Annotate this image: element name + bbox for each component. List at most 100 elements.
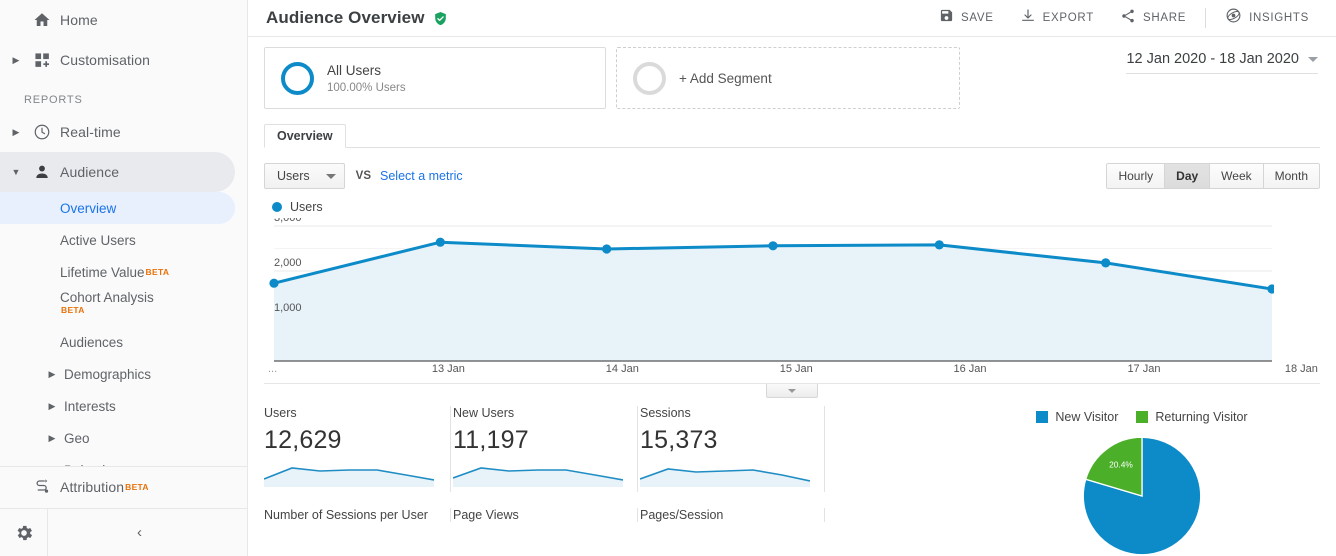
expand-arrow-icon: ▶ [12, 126, 20, 137]
share-button[interactable]: SHARE [1107, 0, 1199, 36]
home-icon [24, 11, 60, 29]
page-title: Audience Overview [266, 8, 425, 27]
metric-users[interactable]: Users 12,629 [263, 406, 451, 492]
segment-name: All Users [327, 63, 382, 79]
sidebar-item-behaviour[interactable]: ▶ Behaviour [0, 454, 247, 466]
sidebar-item-lifetime-value[interactable]: Lifetime Value BETA [0, 256, 247, 288]
metric-new-users[interactable]: New Users 11,197 [451, 406, 638, 492]
metric-label: Pages/Session [640, 508, 724, 522]
date-range-text: 12 Jan 2020 - 18 Jan 2020 [1126, 51, 1299, 67]
sidebar-item-active-users[interactable]: Active Users [0, 224, 247, 256]
metric-pages-per-session[interactable]: Pages/Session [638, 508, 825, 522]
sidebar-item-audience[interactable]: ▼ Audience [0, 152, 235, 192]
sidebar-subitem-label: Behaviour [64, 463, 125, 466]
sidebar-subitem-label: Cohort Analysis [60, 290, 154, 305]
pie-legend-item-returning-visitor[interactable]: Returning Visitor [1136, 410, 1248, 424]
sidebar-collapse-button[interactable]: ‹ [48, 524, 247, 541]
x-axis-label: 16 Jan [953, 363, 987, 375]
expand-arrow-icon: ▶ [12, 54, 20, 65]
metric-sparkline [452, 467, 624, 487]
segment-bar: All Users 100.00% Users + Add Segment 12… [248, 37, 1336, 109]
sidebar-subitem-label: Audiences [60, 334, 124, 350]
metric-value: 11,197 [453, 426, 529, 454]
insights-button[interactable]: INSIGHTS [1212, 0, 1322, 36]
person-icon [24, 163, 60, 181]
metric-value: 15,373 [640, 426, 718, 454]
sidebar-item-geo[interactable]: ▶ Geo [0, 422, 247, 454]
sidebar-subitem-label: Overview [60, 200, 117, 216]
metric-sessions[interactable]: Sessions 15,373 [638, 406, 825, 492]
export-button[interactable]: EXPORT [1007, 0, 1107, 36]
sidebar-item-cohort-analysis[interactable]: Cohort Analysis BETA [0, 288, 247, 326]
export-icon [1020, 8, 1036, 29]
primary-metric-label: Users [277, 169, 310, 183]
sidebar-footer: ‹ [0, 508, 247, 556]
vs-label: VS [355, 170, 371, 182]
x-axis-label: 17 Jan [1127, 363, 1161, 375]
add-segment-ring-icon [633, 61, 666, 95]
metric-label: Page Views [453, 508, 519, 522]
save-icon [939, 8, 954, 28]
metrics-row-1: Users 12,629 New Users 11,197 Sessions 1… [263, 406, 1320, 556]
add-segment-label: + Add Segment [679, 70, 772, 86]
expand-arrow-icon: ▶ [48, 432, 56, 443]
granularity-label: Day [1176, 169, 1199, 183]
pie-legend-label: Returning Visitor [1155, 410, 1248, 424]
svg-text:1,000: 1,000 [274, 302, 302, 314]
segment-all-users[interactable]: All Users 100.00% Users [264, 47, 606, 109]
insights-label: INSIGHTS [1249, 12, 1309, 24]
tab-bar: Overview [264, 123, 1320, 148]
beta-badge: BETA [125, 482, 149, 493]
line-chart-svg: 1,000 2,000 3,000 [269, 218, 1274, 362]
date-range-picker[interactable]: 12 Jan 2020 - 18 Jan 2020 [1126, 51, 1318, 74]
chevron-down-icon [1308, 56, 1318, 62]
svg-text:20.4%: 20.4% [1109, 460, 1133, 470]
granularity-week[interactable]: Week [1210, 163, 1264, 189]
sidebar: ▶ Home ▶ Customisation [0, 0, 248, 556]
legend-label: Users [290, 200, 323, 214]
new-vs-returning-pie: New Visitor Returning Visitor 20.4% [964, 406, 1320, 556]
analytics-app: ▶ Home ▶ Customisation [0, 0, 1336, 556]
chart-legend: Users [272, 200, 1320, 214]
sidebar-item-customisation[interactable]: ▶ Customisation [0, 40, 247, 80]
add-segment-button[interactable]: + Add Segment [616, 47, 960, 109]
metric-page-views[interactable]: Page Views [451, 508, 638, 522]
expand-arrow-icon: ▶ [48, 400, 56, 411]
segment-percentage: 100.00% Users [327, 81, 406, 94]
metric-sessions-per-user[interactable]: Number of Sessions per User [264, 508, 451, 522]
granularity-day[interactable]: Day [1165, 163, 1211, 189]
sidebar-subitem-label: Demographics [64, 366, 152, 382]
tab-label: Overview [277, 129, 333, 143]
metric-sparkline [263, 467, 435, 487]
metric-label: New Users [453, 406, 515, 420]
pie-chart-wrap[interactable]: 20.4% [964, 436, 1320, 556]
x-axis-label: ... [268, 363, 278, 375]
sidebar-item-demographics[interactable]: ▶ Demographics [0, 358, 247, 390]
granularity-hourly[interactable]: Hourly [1106, 163, 1166, 189]
expand-arrow-icon: ▶ [48, 368, 56, 379]
tab-overview[interactable]: Overview [264, 124, 346, 148]
sidebar-item-interests[interactable]: ▶ Interests [0, 390, 247, 422]
sidebar-item-label: Home [60, 12, 98, 28]
segment-ring-icon [281, 61, 314, 95]
select-a-metric-link[interactable]: Select a metric [380, 169, 463, 183]
chart-plot-area[interactable]: 1,000 2,000 3,000 [264, 218, 1320, 363]
clock-icon [24, 123, 60, 141]
toolbar-divider [1205, 8, 1207, 28]
save-button[interactable]: SAVE [926, 0, 1007, 36]
gear-icon[interactable] [0, 508, 48, 556]
sidebar-item-home[interactable]: ▶ Home [0, 0, 247, 40]
primary-metric-select[interactable]: Users [264, 163, 345, 189]
sidebar-item-overview[interactable]: Overview [0, 192, 235, 224]
x-axis-label: 18 Jan [1284, 363, 1318, 375]
chart-collapse-handle[interactable] [766, 384, 818, 398]
sidebar-item-label: Attribution [60, 479, 125, 496]
sidebar-item-audiences[interactable]: Audiences [0, 326, 247, 358]
sidebar-item-real-time[interactable]: ▶ Real-time [0, 112, 247, 152]
sidebar-item-attribution[interactable]: ▶ AttributionBETA [0, 465, 247, 508]
pie-legend: New Visitor Returning Visitor [964, 406, 1320, 428]
granularity-month[interactable]: Month [1263, 163, 1320, 189]
share-label: SHARE [1142, 12, 1187, 24]
pie-legend-item-new-visitor[interactable]: New Visitor [1036, 410, 1118, 424]
x-axis-label: 15 Jan [779, 363, 813, 375]
